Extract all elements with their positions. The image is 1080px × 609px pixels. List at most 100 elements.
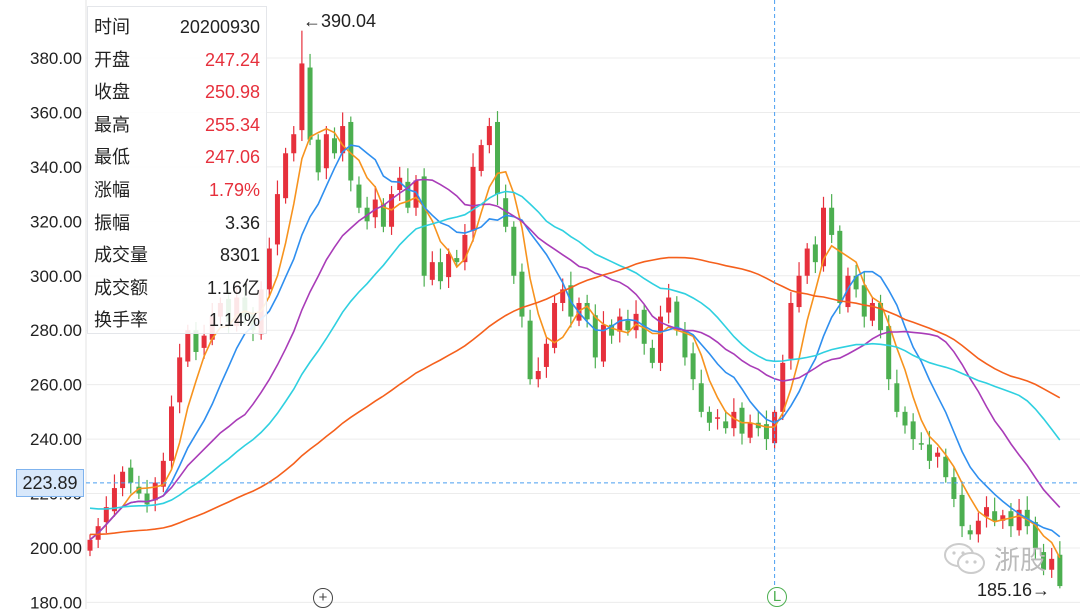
candle-body <box>910 421 916 440</box>
candle-body <box>177 357 183 403</box>
candle-body <box>291 134 297 154</box>
y-tick-label: 260.00 <box>30 376 82 395</box>
candle-body <box>666 297 672 313</box>
info-label: 最高 <box>94 114 130 135</box>
candle-body <box>715 417 721 419</box>
candle-body <box>935 452 941 457</box>
candle-body <box>486 126 492 146</box>
candle-body <box>152 482 158 501</box>
info-value: 1.14% <box>208 310 260 331</box>
info-row: 换手率 1.14% <box>94 304 260 337</box>
info-row: 成交量 8301 <box>94 239 260 272</box>
candle-body <box>332 138 337 154</box>
candle-body <box>592 315 598 358</box>
candle-body <box>454 258 460 263</box>
info-label: 成交量 <box>94 245 148 266</box>
candle-body <box>1057 554 1063 587</box>
candle-body <box>943 456 949 478</box>
candle-body <box>788 302 794 359</box>
info-label: 收盘 <box>94 82 130 103</box>
info-value: 1.16亿 <box>206 277 260 298</box>
candle-body <box>861 285 867 317</box>
candle-body <box>323 134 329 169</box>
candle-body <box>535 371 541 380</box>
info-value: 247.24 <box>204 49 260 70</box>
y-tick-label: 240.00 <box>30 430 82 449</box>
candle-body <box>674 301 680 331</box>
info-label: 时间 <box>94 17 130 37</box>
info-value: 250.98 <box>204 82 260 103</box>
add-marker-icon[interactable]: + <box>313 588 333 608</box>
y-tick-label: 320.00 <box>30 212 82 231</box>
y-tick-label: 380.00 <box>30 49 82 68</box>
candle-body <box>975 520 981 535</box>
candle-body <box>519 271 525 317</box>
candle-body <box>274 194 280 245</box>
info-label: 成交额 <box>94 277 148 298</box>
candle-body <box>959 494 965 527</box>
watermark-text: 浙股 <box>994 545 1047 575</box>
y-tick-label: 300.00 <box>30 267 82 286</box>
candle-body <box>902 411 908 426</box>
info-value: 255.34 <box>204 114 260 135</box>
y-tick-label: 360.00 <box>30 103 82 122</box>
l-marker-icon[interactable]: L <box>767 587 787 607</box>
info-value: 8301 <box>219 245 260 266</box>
candle-body <box>812 244 818 263</box>
candle-body <box>837 230 843 303</box>
info-label: 最低 <box>94 147 130 168</box>
info-row: 最低 247.06 <box>94 141 260 174</box>
wechat-icon <box>944 542 985 574</box>
candle-body <box>128 467 134 483</box>
candle-body <box>967 530 973 535</box>
candle-body <box>804 248 810 276</box>
crosshair-price-label: 223.89 <box>16 469 84 497</box>
candle-body <box>706 411 712 423</box>
candle-body <box>511 226 517 276</box>
candle-body <box>266 248 272 290</box>
info-row: 开盘 247.24 <box>94 44 260 77</box>
info-row: 收盘 250.98 <box>94 76 260 109</box>
candle-body <box>886 326 892 380</box>
candle-body <box>918 443 924 445</box>
candle-body <box>894 383 900 412</box>
info-value: 3.36 <box>224 212 260 233</box>
candle-body <box>723 421 729 429</box>
candle-body <box>747 422 753 438</box>
candle-body <box>470 166 476 231</box>
watermark: 浙股 <box>942 540 1046 577</box>
candle-body <box>307 67 313 140</box>
candle-body <box>437 262 443 282</box>
candle-body <box>478 145 484 171</box>
info-row: 成交额 1.16亿 <box>94 272 260 305</box>
info-value: 1.79% <box>208 179 260 200</box>
info-row: 涨幅 1.79% <box>94 174 260 207</box>
candle-body <box>527 320 533 380</box>
candle-body <box>120 471 126 489</box>
candle-body <box>926 444 932 461</box>
info-label: 开盘 <box>94 49 130 70</box>
candle-body <box>625 320 631 331</box>
low-annotation: 185.16→ <box>977 580 1051 600</box>
candle-body <box>698 383 704 412</box>
candle-body <box>829 207 835 235</box>
y-tick-label: 280.00 <box>30 321 82 340</box>
candle-body <box>543 343 549 367</box>
candle-body <box>739 407 745 434</box>
info-row: 振幅 3.36 <box>94 207 260 240</box>
candle-body <box>951 477 957 499</box>
y-tick-label: 340.00 <box>30 158 82 177</box>
candle-body <box>356 184 362 208</box>
high-annotation: ←390.04 <box>303 11 377 31</box>
candle-body <box>201 335 207 348</box>
y-tick-label: 200.00 <box>30 539 82 558</box>
info-label: 振幅 <box>94 212 130 233</box>
candle-body <box>283 153 289 199</box>
candle-body <box>87 539 93 551</box>
candle-body <box>340 126 346 154</box>
y-axis: 180.00200.00220.00240.00260.00280.00300.… <box>30 49 82 609</box>
info-value: 247.06 <box>204 147 260 168</box>
info-value: 20200930 <box>179 17 260 37</box>
candle-body <box>992 511 998 521</box>
candle-body <box>780 362 786 412</box>
